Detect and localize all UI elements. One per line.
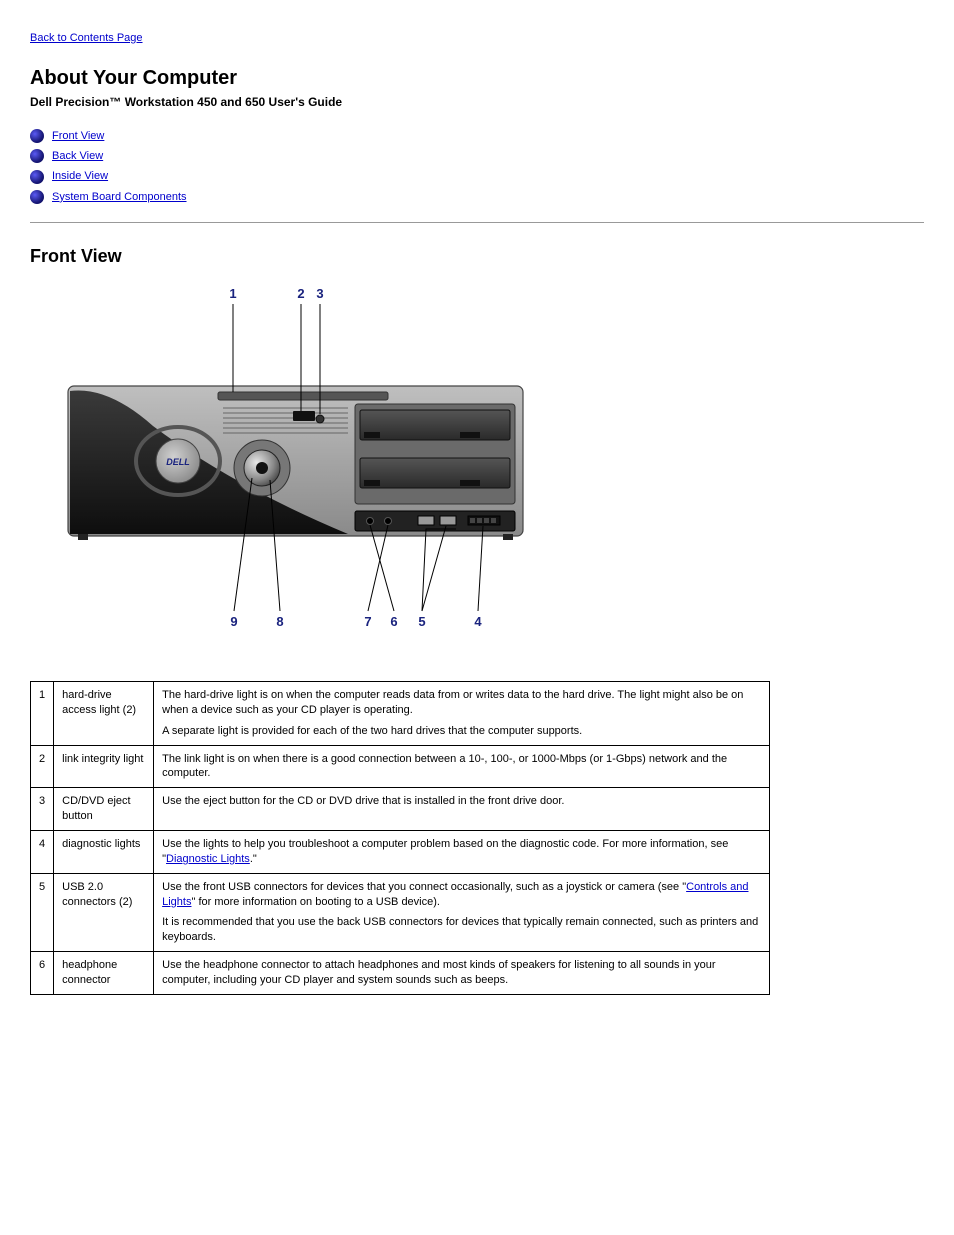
bullet-icon <box>30 149 44 163</box>
row-desc: Use the lights to help you troubleshoot … <box>154 830 770 873</box>
toc-link-back-view[interactable]: Back View <box>52 149 103 163</box>
bullet-icon <box>30 190 44 204</box>
page-subtitle: Dell Precision™ Workstation 450 and 650 … <box>30 95 924 111</box>
svg-text:6: 6 <box>390 614 397 629</box>
table-row: 2 link integrity light The link light is… <box>31 745 770 788</box>
table-row: 3 CD/DVD eject button Use the eject butt… <box>31 788 770 831</box>
page-title: About Your Computer <box>30 65 924 91</box>
toc-link-system-board[interactable]: System Board Components <box>52 190 187 204</box>
row-num: 3 <box>31 788 54 831</box>
front-view-figure: DELL <box>58 286 924 641</box>
row-label: diagnostic lights <box>54 830 154 873</box>
back-to-contents-link[interactable]: Back to Contents Page <box>30 31 143 45</box>
toc-link-inside-view[interactable]: Inside View <box>52 169 108 183</box>
row-num: 5 <box>31 873 54 951</box>
row-num: 2 <box>31 745 54 788</box>
table-of-contents: Front View Back View Inside View System … <box>30 129 924 204</box>
desc-text: A separate light is provided for each of… <box>162 724 761 739</box>
row-label: link integrity light <box>54 745 154 788</box>
row-desc: Use the front USB connectors for devices… <box>154 873 770 951</box>
diagnostic-lights-link[interactable]: Diagnostic Lights <box>166 853 250 865</box>
table-row: 5 USB 2.0 connectors (2) Use the front U… <box>31 873 770 951</box>
svg-text:DELL: DELL <box>166 457 190 467</box>
section-divider <box>30 222 924 223</box>
desc-text: " for more information on booting to a U… <box>191 896 439 908</box>
svg-text:1: 1 <box>229 286 236 301</box>
row-label: USB 2.0 connectors (2) <box>54 873 154 951</box>
svg-text:4: 4 <box>474 614 482 629</box>
row-num: 4 <box>31 830 54 873</box>
row-desc: Use the eject button for the CD or DVD d… <box>154 788 770 831</box>
row-desc: The link light is on when there is a goo… <box>154 745 770 788</box>
table-row: 1 hard-drive access light (2) The hard-d… <box>31 682 770 746</box>
svg-text:9: 9 <box>230 614 237 629</box>
desc-text: The hard-drive light is on when the comp… <box>162 688 761 718</box>
row-desc: Use the headphone connector to attach he… <box>154 952 770 995</box>
desc-text: Use the front USB connectors for devices… <box>162 881 686 893</box>
desc-text: ." <box>250 853 257 865</box>
row-num: 6 <box>31 952 54 995</box>
bullet-icon <box>30 170 44 184</box>
parts-table: 1 hard-drive access light (2) The hard-d… <box>30 681 770 995</box>
section-heading-front-view: Front View <box>30 245 924 268</box>
table-row: 4 diagnostic lights Use the lights to he… <box>31 830 770 873</box>
svg-text:3: 3 <box>316 286 323 301</box>
svg-text:5: 5 <box>418 614 425 629</box>
row-label: headphone connector <box>54 952 154 995</box>
desc-text: It is recommended that you use the back … <box>162 915 761 945</box>
row-num: 1 <box>31 682 54 746</box>
row-label: hard-drive access light (2) <box>54 682 154 746</box>
toc-link-front-view[interactable]: Front View <box>52 129 104 143</box>
svg-text:7: 7 <box>364 614 371 629</box>
svg-text:2: 2 <box>297 286 304 301</box>
bullet-icon <box>30 129 44 143</box>
row-desc: The hard-drive light is on when the comp… <box>154 682 770 746</box>
table-row: 6 headphone connector Use the headphone … <box>31 952 770 995</box>
svg-text:8: 8 <box>276 614 283 629</box>
row-label: CD/DVD eject button <box>54 788 154 831</box>
